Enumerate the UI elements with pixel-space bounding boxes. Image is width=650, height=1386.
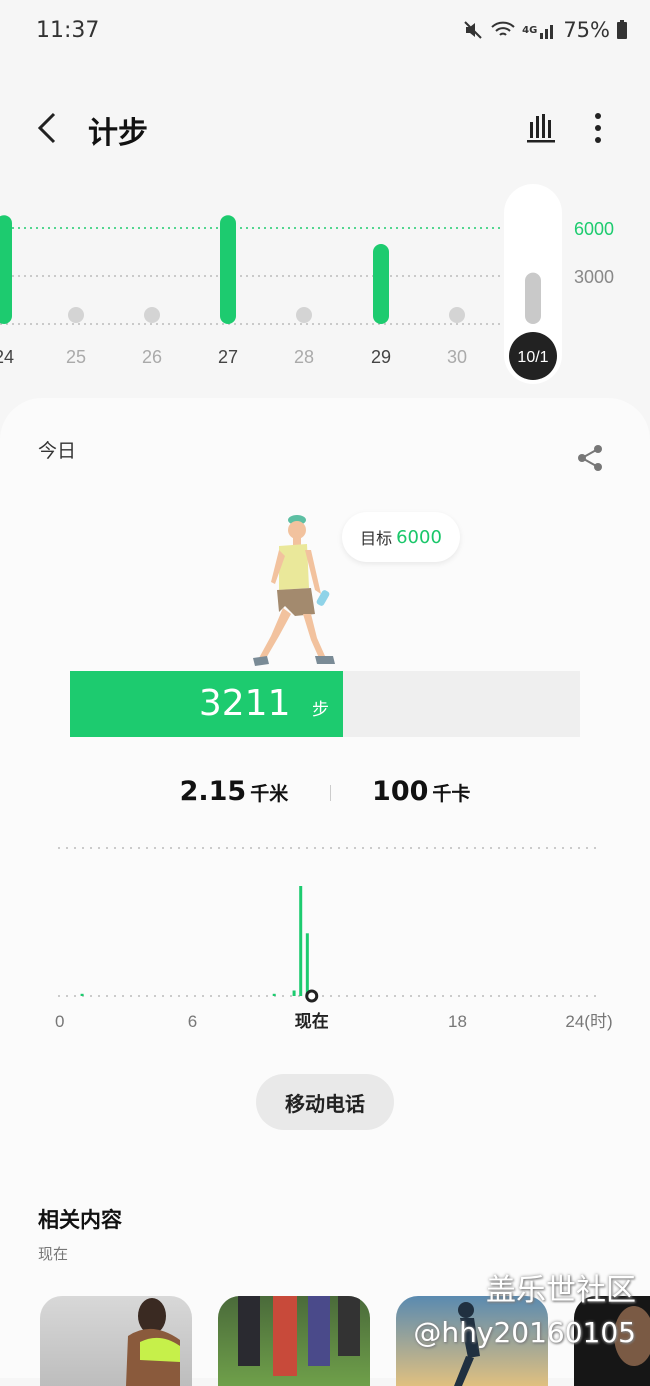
watermark-line2: @hhy20160105 (413, 1316, 636, 1349)
steps-progress-bar: 3211 步 (70, 671, 580, 737)
woman-workout-image (126, 1298, 180, 1386)
day-label-10/1[interactable]: 10/1 (517, 349, 548, 366)
day-axis-label-1: 6 (188, 1012, 197, 1031)
day-dot-25[interactable] (68, 307, 84, 323)
stats-row: 2.15 千米 100 千卡 (0, 776, 650, 807)
related-content-subtitle: 现在 (38, 1245, 69, 1263)
daily-steps-chart[interactable]: 0 6 现在 18 24(时) (0, 840, 650, 1040)
watermark: 盖乐世社区 @hhy20160105 (413, 1270, 636, 1354)
more-options-icon[interactable] (584, 108, 612, 148)
day-bar-29[interactable] (373, 244, 389, 324)
runners-image (238, 1296, 360, 1376)
day-axis-label-0: 0 (55, 1012, 64, 1031)
wifi-icon (491, 21, 515, 36)
today-label: 今日 (38, 440, 77, 462)
app-bar: 计步 (0, 90, 650, 166)
device-source-button[interactable]: 移动电话 (256, 1074, 394, 1130)
watermark-line1: 盖乐世社区 (486, 1273, 636, 1308)
day-axis-label-4: 24(时) (565, 1012, 612, 1031)
day-label-30[interactable]: 30 (447, 347, 467, 367)
walking-person-illustration (253, 515, 335, 666)
day-dot-26[interactable] (144, 307, 160, 323)
day-bar-24[interactable] (0, 215, 12, 324)
distance-value: 2.15 (179, 776, 247, 807)
day-axis-label-3: 18 (448, 1012, 467, 1031)
day-bar-27[interactable] (220, 215, 236, 324)
day-label-25[interactable]: 25 (66, 347, 86, 367)
back-arrow-icon[interactable] (30, 108, 66, 148)
status-bar: 11:37 4G 75% (0, 0, 650, 64)
day-dot-28[interactable] (296, 307, 312, 323)
steps-value: 3211 (198, 683, 291, 724)
stats-divider (329, 784, 331, 801)
bar-chart-icon[interactable] (524, 110, 558, 144)
status-icons: 4G 75% (462, 18, 628, 42)
distance-unit: 千米 (250, 783, 289, 805)
weekly-steps-chart[interactable]: 6000 3000 24 25 26 27 28 29 30 10/1 (0, 180, 650, 390)
network-type: 4G (522, 24, 538, 36)
goal-value: 6000 (396, 526, 442, 548)
related-card-2[interactable] (218, 1296, 370, 1386)
day-label-27[interactable]: 27 (218, 347, 238, 367)
hour-bar-1 (272, 993, 276, 996)
signal-icon (540, 25, 554, 39)
page-title: 计步 (88, 116, 148, 151)
calories-value: 100 (372, 776, 429, 807)
steps-progress-fill: 3211 步 (70, 671, 343, 737)
hour-bar-0 (80, 993, 84, 996)
battery-percent: 75% (563, 18, 610, 42)
hour-bar-4 (305, 933, 309, 996)
goal-prefix: 目标 (360, 529, 393, 548)
now-marker (305, 989, 319, 1003)
mute-icon (464, 21, 482, 39)
hour-bar-3 (299, 886, 303, 996)
share-icon[interactable] (574, 442, 606, 474)
goal-axis-label: 6000 (574, 219, 614, 239)
day-label-24[interactable]: 24 (0, 347, 14, 367)
steps-unit: 步 (311, 700, 329, 720)
steps-count: 3211 步 (199, 683, 329, 724)
status-time: 11:37 (36, 18, 100, 43)
hour-bar-2 (292, 990, 296, 996)
ref-axis-label: 3000 (574, 267, 614, 287)
related-content-title: 相关内容 (38, 1208, 122, 1232)
battery-icon (617, 20, 627, 39)
related-card-1[interactable] (40, 1296, 192, 1386)
goal-bubble: 目标 6000 (342, 512, 460, 562)
day-axis-label-2: 现在 (295, 1011, 329, 1031)
day-label-29[interactable]: 29 (371, 347, 391, 367)
day-bar-10/1[interactable] (525, 272, 541, 324)
day-dot-30[interactable] (449, 307, 465, 323)
calories-unit: 千卡 (432, 783, 471, 805)
day-label-26[interactable]: 26 (142, 347, 162, 367)
day-label-28[interactable]: 28 (294, 347, 314, 367)
